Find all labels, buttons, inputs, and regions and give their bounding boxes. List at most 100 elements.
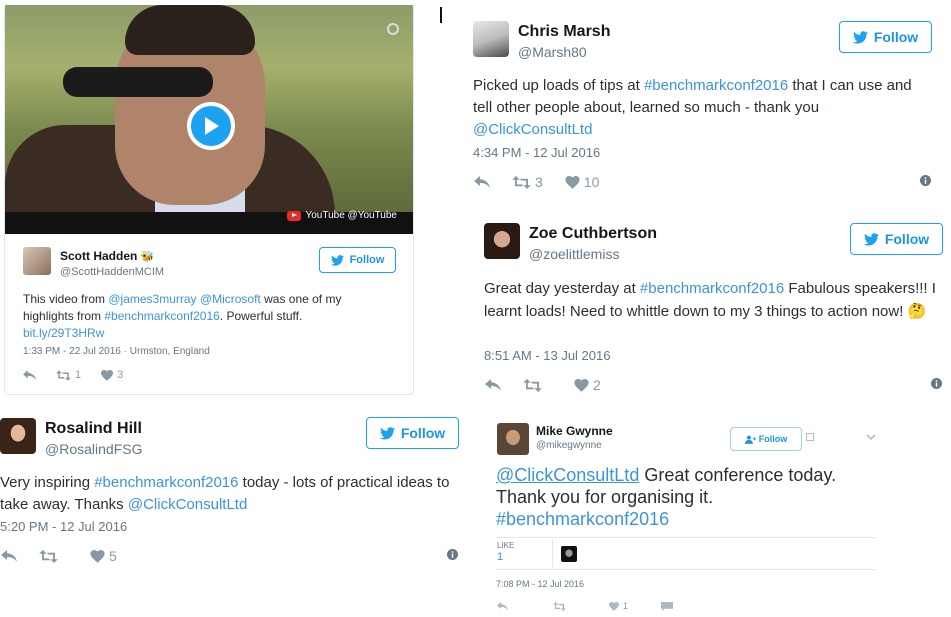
hashtag-link[interactable]: #benchmarkconf2016: [94, 474, 238, 491]
video-info-icon[interactable]: [387, 23, 399, 35]
avatar[interactable]: [473, 21, 509, 57]
retweet-count: 1: [75, 369, 82, 381]
like-button[interactable]: 1: [609, 601, 661, 611]
retweet-button[interactable]: 1: [56, 369, 81, 381]
mention-link[interactable]: @ClickConsultLtd: [128, 496, 247, 513]
retweet-count: 3: [535, 174, 543, 190]
reply-icon[interactable]: [474, 175, 490, 189]
text-segment: Great day yesterday at: [484, 280, 640, 297]
video-figure-sunglasses: [63, 67, 213, 97]
hashtag-link[interactable]: #benchmarkconf2016: [496, 509, 669, 529]
likes-divider: [552, 539, 553, 567]
likes-stat-label: LIKE: [497, 541, 515, 550]
retweet-icon: [56, 369, 71, 381]
follow-label: Follow: [758, 434, 788, 444]
play-icon[interactable]: [187, 102, 235, 150]
like-count: 3: [117, 369, 124, 381]
retweet-icon: [523, 378, 542, 392]
author-name[interactable]: Rosalind Hill: [45, 420, 142, 438]
reply-icon[interactable]: [497, 601, 553, 611]
avatar[interactable]: [23, 247, 51, 275]
follow-button[interactable]: Follow: [366, 417, 459, 449]
youtube-source-label: YouTube @YouTube: [305, 210, 397, 221]
avatar[interactable]: [484, 223, 520, 259]
tweet-text: @ClickConsultLtd Great conference today.…: [496, 464, 876, 530]
liker-avatar[interactable]: [561, 546, 577, 562]
tweet-text: Great day yesterday at #benchmarkconf201…: [484, 277, 944, 323]
divider: [496, 569, 876, 570]
author-handle[interactable]: @RosalindFSG: [45, 441, 142, 457]
like-button[interactable]: 5: [90, 548, 117, 564]
reply-icon[interactable]: [1, 549, 17, 563]
video-figure-hair: [125, 5, 255, 55]
hashtag-link[interactable]: #benchmarkconf2016: [640, 280, 784, 297]
bee-emoji: 🐝: [140, 251, 155, 263]
tweet-timestamp[interactable]: 7:08 PM - 12 Jul 2016: [496, 579, 584, 589]
url-link[interactable]: bit.ly/29T3HRw: [23, 326, 104, 340]
tweet-text: Very inspiring #benchmarkconf2016 today …: [0, 472, 450, 516]
video-player[interactable]: YouTube @YouTube: [5, 5, 413, 234]
author-handle[interactable]: @mikegwynne: [536, 440, 602, 451]
tweet-timestamp[interactable]: 8:51 AM - 13 Jul 2016: [484, 348, 610, 363]
text-segment: . Powerful stuff.: [219, 309, 303, 323]
follow-label: Follow: [400, 425, 446, 441]
follow-button[interactable]: Follow: [850, 223, 943, 255]
tweet-timestamp[interactable]: 1:33 PM - 22 Jul 2016 · Urmston, England: [23, 346, 210, 357]
tweet-text: Picked up loads of tips at #benchmarkcon…: [473, 75, 923, 141]
message-icon[interactable]: [661, 601, 673, 611]
info-icon[interactable]: [931, 378, 942, 389]
follow-button[interactable]: Follow: [319, 247, 396, 273]
follow-button[interactable]: Follow: [730, 427, 802, 451]
retweet-button[interactable]: 3: [512, 174, 543, 190]
retweet-icon[interactable]: [553, 601, 609, 611]
tweet-actions: 1: [497, 601, 673, 611]
heart-icon: [609, 601, 619, 611]
tweet-text: This video from @james3murray @Microsoft…: [23, 291, 383, 342]
tweet-actions: 2: [485, 377, 601, 393]
author-name[interactable]: Zoe Cuthbertson: [529, 225, 657, 243]
author-name[interactable]: Chris Marsh: [518, 23, 610, 41]
like-button[interactable]: 10: [565, 174, 600, 190]
like-count: 5: [109, 548, 117, 564]
twitter-bird-icon: [379, 426, 395, 439]
like-button[interactable]: 2: [574, 377, 601, 393]
like-count: 1: [623, 601, 629, 611]
youtube-attribution[interactable]: YouTube @YouTube: [287, 210, 397, 221]
retweet-button[interactable]: [523, 378, 546, 392]
mention-link[interactable]: @ClickConsultLtd: [496, 465, 639, 485]
reply-icon[interactable]: [23, 369, 36, 381]
youtube-icon: [287, 210, 302, 221]
retweet-icon: [512, 175, 531, 189]
retweet-button[interactable]: [39, 549, 62, 563]
mention-link[interactable]: @Microsoft: [200, 292, 261, 306]
info-icon[interactable]: [920, 175, 931, 186]
avatar[interactable]: [497, 423, 529, 455]
like-button[interactable]: 3: [101, 369, 123, 381]
heart-icon: [101, 369, 114, 381]
tweet-timestamp[interactable]: 5:20 PM - 12 Jul 2016: [0, 519, 127, 534]
mention-link[interactable]: @ClickConsultLtd: [473, 121, 592, 138]
author-handle[interactable]: @ScottHaddenMCIM: [60, 266, 164, 278]
author-name[interactable]: Scott Hadden 🐝: [60, 249, 154, 263]
twitter-bird-icon: [852, 30, 868, 43]
chevron-down-icon[interactable]: [866, 434, 876, 441]
info-icon[interactable]: [447, 549, 458, 560]
likes-stat-count[interactable]: 1: [497, 551, 503, 563]
author-handle[interactable]: @zoelittlemiss: [529, 246, 619, 262]
follow-button[interactable]: Follow: [839, 21, 932, 53]
thinking-face-emoji: 🤔: [907, 303, 927, 320]
hashtag-link[interactable]: #benchmarkconf2016: [644, 77, 788, 94]
reply-icon[interactable]: [485, 378, 501, 392]
text-segment: Picked up loads of tips at: [473, 77, 644, 94]
author-name[interactable]: Mike Gwynne: [536, 424, 613, 438]
twitter-bird-icon: [863, 232, 879, 245]
twitter-logo-icon: [806, 433, 814, 441]
tweet-timestamp[interactable]: 4:34 PM - 12 Jul 2016: [473, 145, 600, 160]
author-handle[interactable]: @Marsh80: [518, 44, 587, 60]
mention-link[interactable]: @james3murray: [108, 292, 196, 306]
avatar[interactable]: [0, 418, 36, 454]
follow-user-icon: [744, 435, 756, 444]
like-count: 10: [583, 174, 600, 190]
hashtag-link[interactable]: #benchmarkconf2016: [104, 309, 219, 323]
divider: [496, 537, 876, 538]
